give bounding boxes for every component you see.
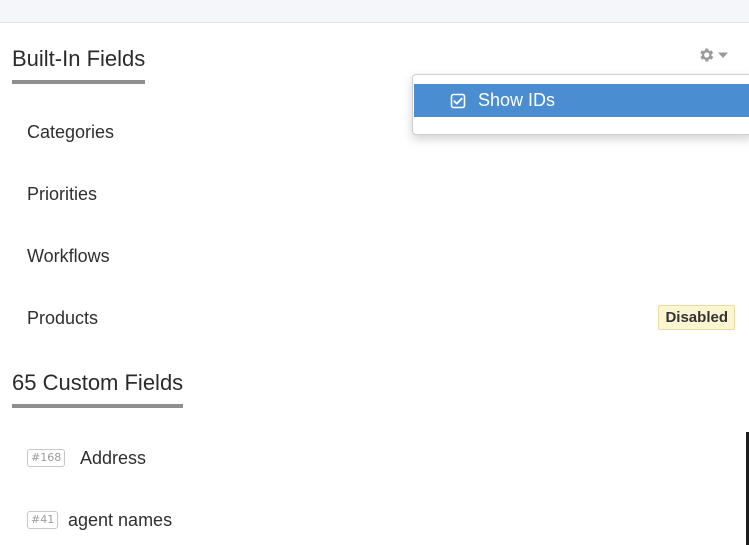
builtin-field-row-products[interactable]: Products Disabled [0, 302, 749, 332]
caret-down-icon [718, 52, 728, 58]
field-label: agent names [68, 510, 173, 530]
custom-field-row[interactable]: #168 Address [0, 442, 749, 472]
field-label: Priorities [27, 184, 98, 204]
gear-icon [700, 48, 714, 62]
custom-fields-title: 65 Custom Fields [12, 370, 184, 408]
checkbox-checked-icon [450, 93, 466, 108]
field-label: Categories [27, 122, 115, 142]
show-ids-label: Show IDs [478, 90, 556, 110]
disabled-badge: Disabled [658, 305, 735, 330]
field-label: Workflows [27, 246, 110, 266]
field-id-tag: #168 [27, 449, 66, 467]
builtin-field-row-workflows[interactable]: Workflows [0, 240, 749, 270]
settings-gear-button[interactable] [697, 42, 742, 68]
custom-field-row[interactable]: #41 agent names [0, 504, 749, 534]
top-bar [0, 0, 749, 23]
field-label: Address [80, 448, 147, 468]
show-ids-menu-item[interactable]: Show IDs [414, 84, 749, 117]
settings-dropdown-menu: Show IDs [412, 74, 749, 135]
field-id-tag: #41 [27, 511, 59, 529]
builtin-field-row-priorities[interactable]: Priorities [0, 178, 749, 208]
builtin-fields-title: Built-In Fields [12, 46, 146, 84]
field-label: Products [27, 308, 99, 328]
